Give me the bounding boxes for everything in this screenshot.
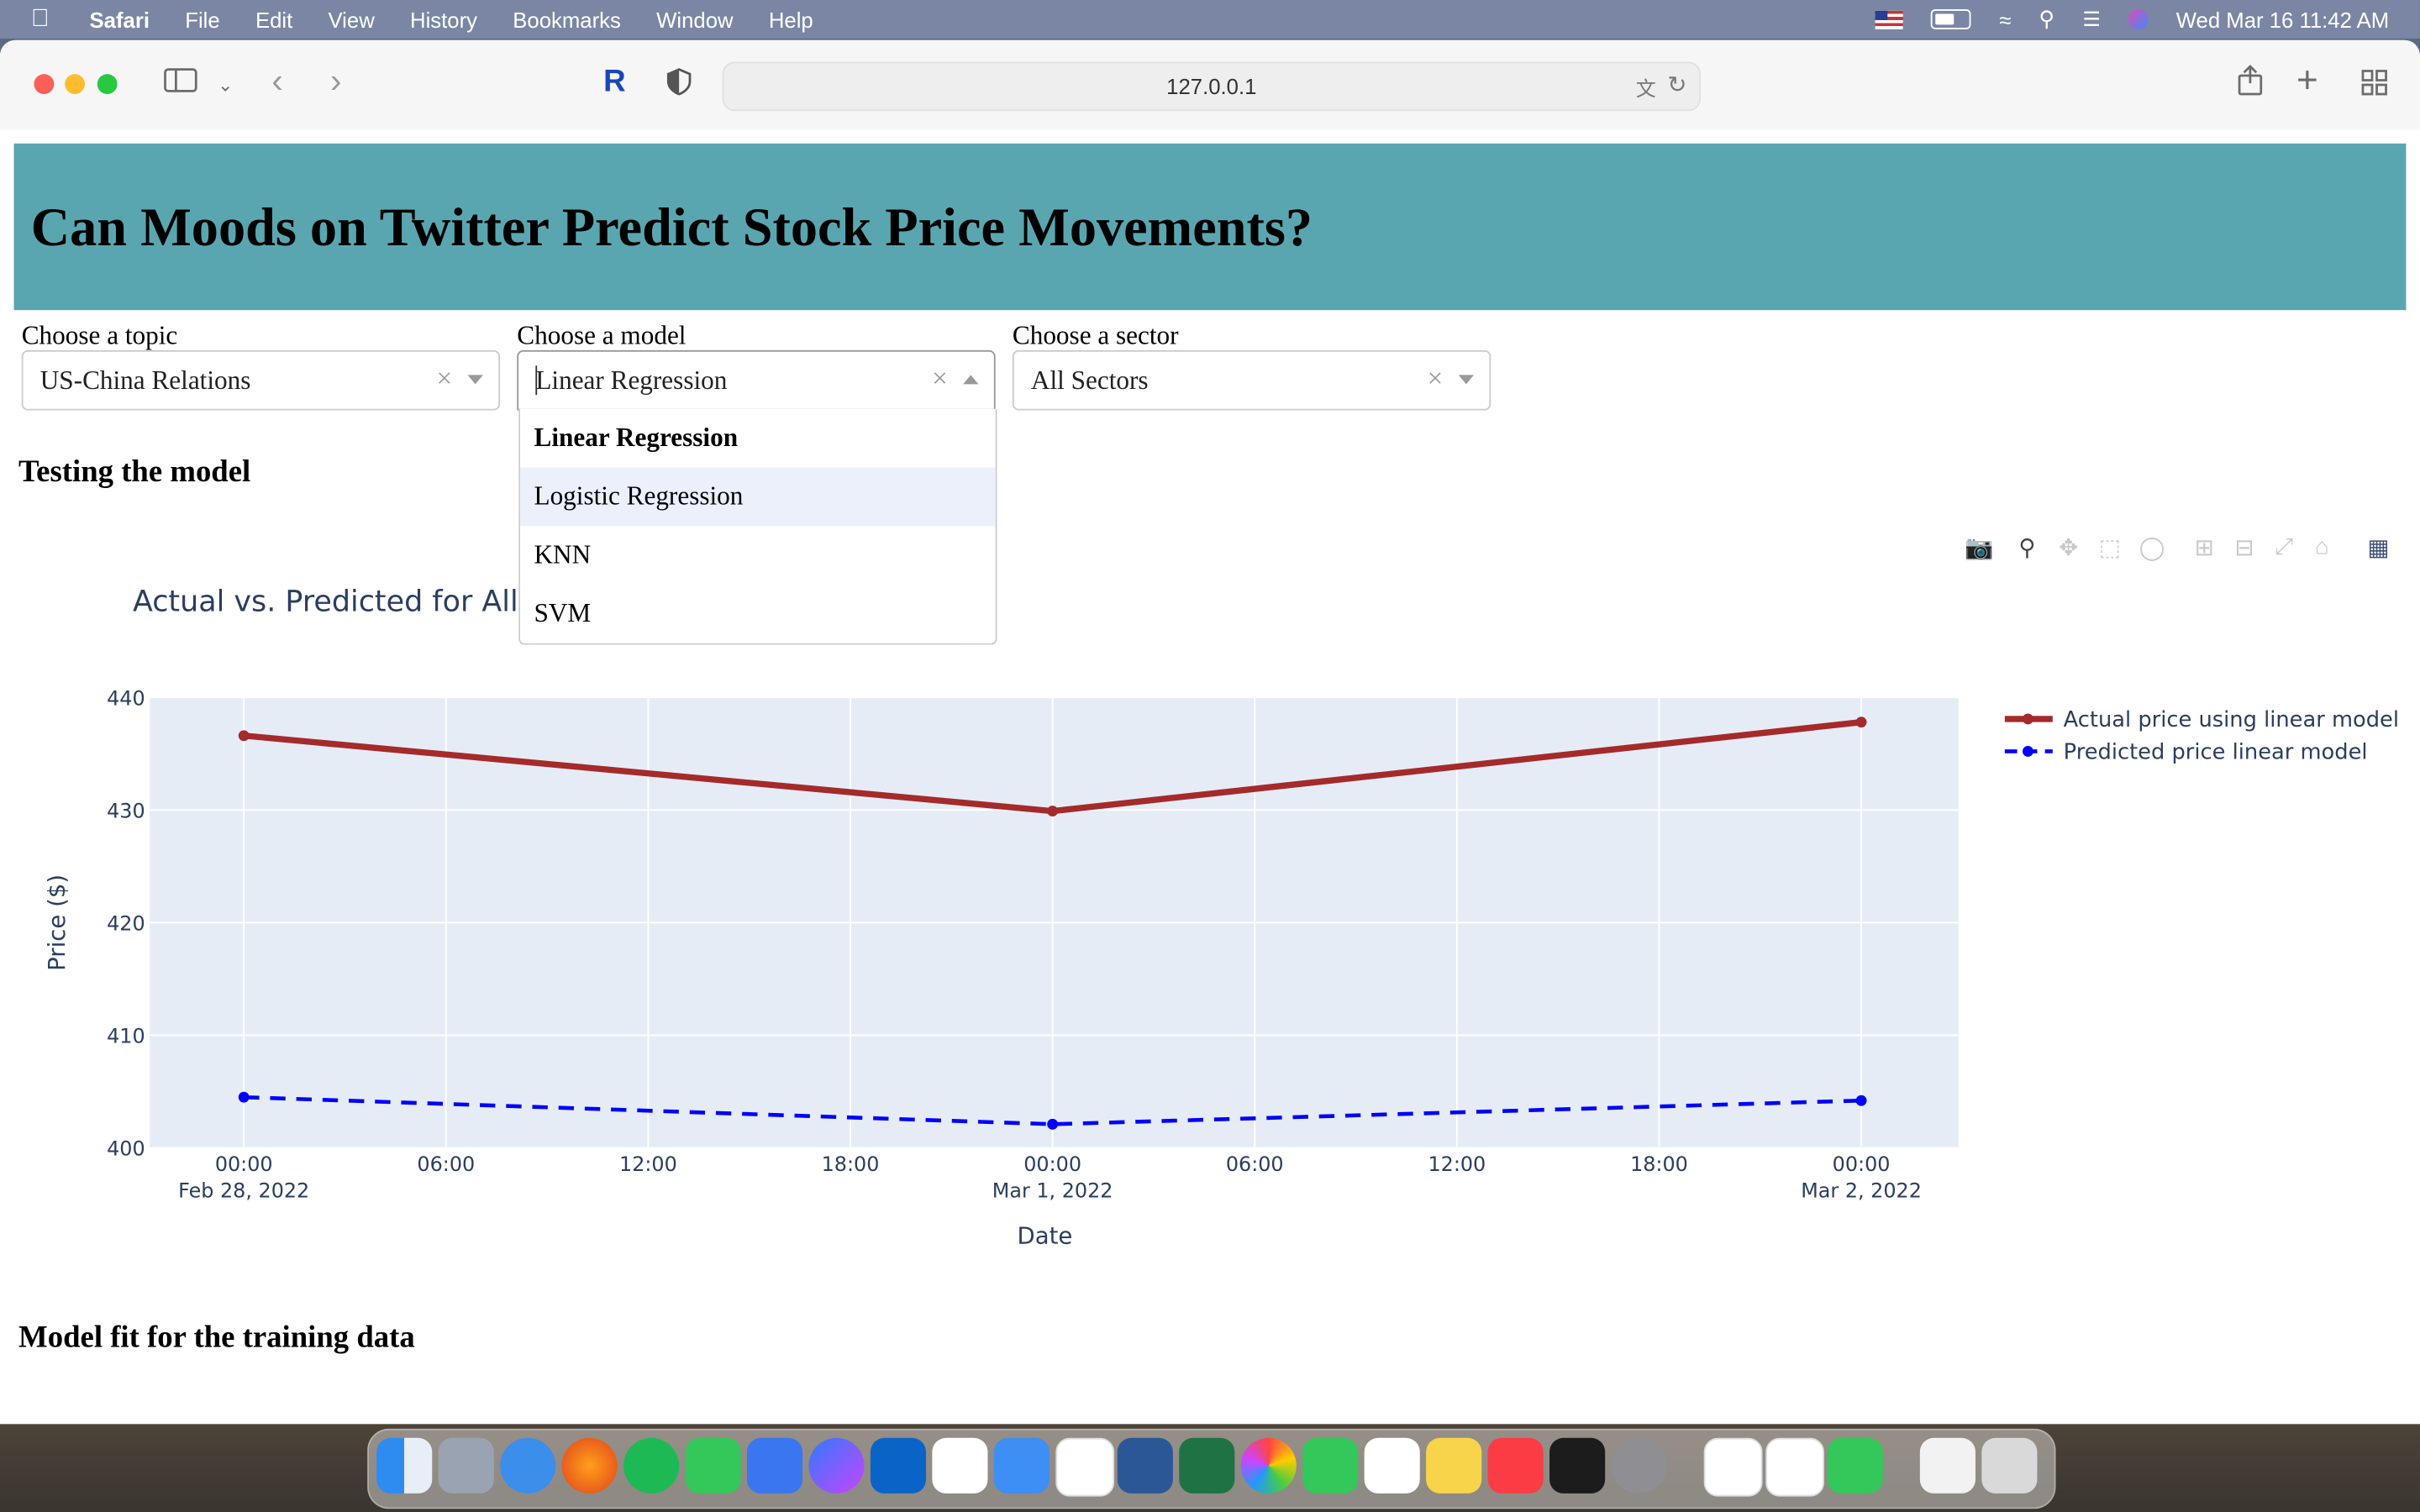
line-chart: 00:00 Feb 28, 2022 06:00 12:00 18:00 00:00 Mar… xyxy=(44,686,2399,1249)
x-tick-label: 12:00 xyxy=(1428,1152,1486,1176)
safari-window: ⌄ ‹ › R 127.0.0.1 文 ↻ + Can Moods on Twi… xyxy=(0,39,2420,1425)
data-point-predicted xyxy=(1855,1095,1867,1106)
siri-icon[interactable] xyxy=(2128,9,2149,29)
data-point-actual xyxy=(1855,717,1867,728)
zoom-window-button[interactable] xyxy=(97,74,118,95)
menu-history[interactable]: History xyxy=(410,7,477,31)
data-point-actual xyxy=(1047,806,1059,817)
x-tick-label: 00:00 xyxy=(215,1152,273,1176)
x-tick-label: 12:00 xyxy=(619,1152,677,1176)
menu-view[interactable]: View xyxy=(328,7,374,31)
input-source-flag-icon[interactable] xyxy=(1876,9,1904,29)
vscode-icon[interactable] xyxy=(1055,1437,1115,1497)
system-preferences-icon[interactable] xyxy=(1611,1437,1667,1494)
music-icon[interactable] xyxy=(1487,1437,1544,1494)
calendar-icon[interactable] xyxy=(1364,1437,1420,1494)
slack-icon[interactable] xyxy=(932,1437,988,1494)
safari-icon[interactable] xyxy=(500,1437,556,1494)
extension-r-icon[interactable]: R xyxy=(603,65,626,100)
tab-overview-icon[interactable] xyxy=(2361,70,2389,105)
facetime-icon[interactable] xyxy=(1302,1437,1359,1494)
legend-marker xyxy=(2022,746,2033,757)
minimize-window-button[interactable] xyxy=(65,74,86,95)
menu-help[interactable]: Help xyxy=(769,7,813,31)
messenger-icon[interactable] xyxy=(808,1437,865,1494)
reload-icon[interactable]: ↻ xyxy=(1667,71,1686,98)
new-tab-icon[interactable]: + xyxy=(2296,60,2318,103)
x-axis-title: Date xyxy=(1018,1222,1073,1249)
y-tick-label: 440 xyxy=(107,686,145,710)
close-window-button[interactable] xyxy=(34,74,55,95)
x-tick-date-label: Mar 1, 2022 xyxy=(992,1179,1113,1202)
chevron-down-icon[interactable]: ⌄ xyxy=(218,74,233,96)
data-point-predicted xyxy=(1047,1118,1059,1130)
url-text: 127.0.0.1 xyxy=(1166,74,1257,99)
signal-icon[interactable] xyxy=(746,1437,803,1494)
privacy-shield-icon[interactable] xyxy=(666,68,692,103)
messages-icon[interactable] xyxy=(685,1437,741,1494)
sidebar-icon[interactable] xyxy=(164,66,197,102)
legend-entry: Actual price using linear model xyxy=(2064,707,2399,732)
python-document-icon[interactable] xyxy=(1919,1437,1975,1494)
model-option-svm[interactable]: SVM xyxy=(520,585,996,643)
data-point-actual xyxy=(238,730,250,742)
forward-icon[interactable]: › xyxy=(330,61,341,102)
launchpad-icon[interactable] xyxy=(438,1437,494,1494)
y-tick-label: 420 xyxy=(107,912,145,936)
x-tick-label: 06:00 xyxy=(417,1152,475,1176)
mail-icon[interactable] xyxy=(993,1437,1050,1494)
legend-entry: Predicted price linear model xyxy=(2064,740,2368,765)
firefox-icon[interactable] xyxy=(561,1437,618,1494)
vscode-window-icon[interactable] xyxy=(1765,1437,1824,1497)
y-axis-title: Price ($) xyxy=(44,874,71,971)
model-dropdown-menu: Linear Regression Logistic Regression KN… xyxy=(518,408,997,645)
menubar-clock[interactable]: Wed Mar 16 11:42 AM xyxy=(2176,7,2389,31)
numbers-icon[interactable] xyxy=(1827,1437,1883,1494)
control-center-icon[interactable]: ☰ xyxy=(2082,7,2100,31)
share-icon[interactable] xyxy=(2236,65,2264,103)
battery-icon[interactable] xyxy=(1931,9,1972,29)
finder-icon[interactable] xyxy=(376,1437,433,1494)
dock xyxy=(367,1428,2056,1509)
y-tick-label: 410 xyxy=(107,1025,145,1048)
y-tick-label: 430 xyxy=(107,799,145,822)
menu-window[interactable]: Window xyxy=(656,7,733,31)
browser-toolbar: ⌄ ‹ › R 127.0.0.1 文 ↻ + xyxy=(0,39,2420,132)
terminal-icon[interactable] xyxy=(1549,1437,1606,1494)
legend-marker xyxy=(2022,713,2033,725)
spotify-icon[interactable] xyxy=(623,1437,680,1494)
x-tick-label: 18:00 xyxy=(1630,1152,1688,1176)
y-tick-label: 400 xyxy=(107,1137,145,1161)
translate-icon[interactable]: 文 xyxy=(1636,72,1656,102)
spotlight-search-icon[interactable]: ⚲ xyxy=(2039,6,2054,32)
vscode-insiders-icon[interactable] xyxy=(1703,1437,1763,1497)
x-tick-label: 06:00 xyxy=(1226,1152,1284,1176)
menu-edit[interactable]: Edit xyxy=(255,7,292,31)
page-content: Can Moods on Twitter Predict Stock Price… xyxy=(0,129,2420,1425)
notes-icon[interactable] xyxy=(1426,1437,1482,1494)
photos-icon[interactable] xyxy=(1240,1437,1297,1494)
x-tick-date-label: Mar 2, 2022 xyxy=(1801,1179,1922,1202)
menu-app-name[interactable]: Safari xyxy=(90,7,150,31)
address-bar[interactable]: 127.0.0.1 文 ↻ xyxy=(722,61,1702,112)
menu-file[interactable]: File xyxy=(185,7,219,31)
menu-bookmarks[interactable]: Bookmarks xyxy=(513,7,621,31)
wifi-icon[interactable]: ≈ xyxy=(1999,7,2011,31)
x-tick-label: 18:00 xyxy=(822,1152,880,1176)
trash-icon[interactable] xyxy=(1981,1437,2038,1494)
x-tick-label: 00:00 xyxy=(1023,1152,1081,1176)
menu-bar:  Safari File Edit View History Bookmark… xyxy=(0,0,2420,39)
data-point-predicted xyxy=(238,1091,250,1103)
model-option-linear-regression[interactable]: Linear Regression xyxy=(520,409,996,468)
outlook-icon[interactable] xyxy=(870,1437,927,1494)
model-option-logistic-regression[interactable]: Logistic Regression xyxy=(519,467,996,527)
back-icon[interactable]: ‹ xyxy=(271,61,282,102)
apple-icon[interactable]:  xyxy=(31,5,62,33)
training-section-heading: Model fit for the training data xyxy=(18,1320,415,1355)
model-option-knn[interactable]: KNN xyxy=(520,526,996,585)
x-tick-label: 00:00 xyxy=(1833,1152,1891,1176)
x-tick-date-label: Feb 28, 2022 xyxy=(178,1179,309,1202)
excel-icon[interactable] xyxy=(1179,1437,1235,1494)
word-icon[interactable] xyxy=(1117,1437,1173,1494)
